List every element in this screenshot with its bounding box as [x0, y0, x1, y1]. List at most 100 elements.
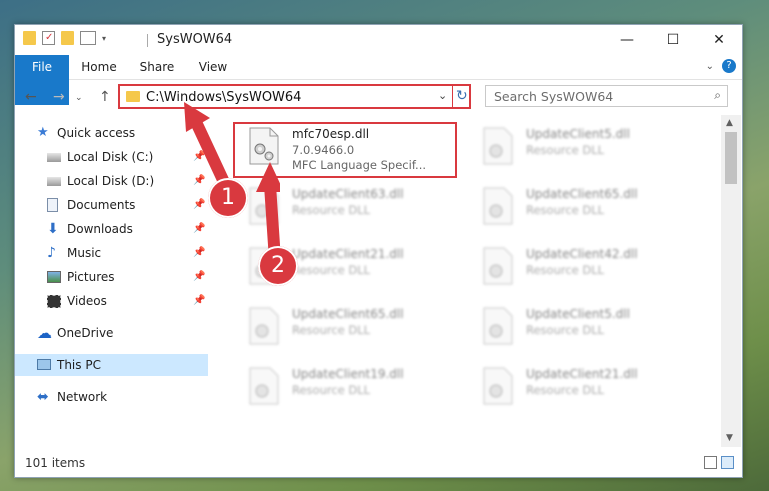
large-icons-view-icon[interactable]: [721, 456, 734, 469]
forward-arrow-icon[interactable]: →: [53, 89, 65, 105]
sidebar-item-label: OneDrive: [57, 326, 114, 340]
item-count: 101 items: [25, 456, 86, 470]
new-folder-icon[interactable]: [61, 31, 74, 45]
folder-icon: [126, 91, 140, 102]
scroll-down-icon[interactable]: ▼: [726, 433, 733, 443]
file-description: Resource DLL: [292, 263, 371, 277]
navigation-bar: ← → ⌄ ↑ C:\Windows\SysWOW64 ⌄ ↻ Search S…: [15, 80, 742, 114]
dll-file-icon: [483, 307, 513, 345]
file-description: Resource DLL: [292, 203, 371, 217]
status-bar: 101 items: [15, 449, 742, 477]
scroll-up-icon[interactable]: ▲: [726, 118, 733, 128]
ribbon: File Home Share View ⌄ ?: [15, 55, 742, 105]
help-icon[interactable]: ?: [722, 59, 736, 73]
sidebar-item-label: Local Disk (D:): [67, 174, 155, 188]
file-item[interactable]: UpdateClient5.dll Resource DLL: [470, 121, 690, 171]
file-item[interactable]: UpdateClient5.dll Resource DLL: [470, 301, 690, 351]
title-bar: ✓ ▾ SysWOW64 — ☐ ✕: [15, 25, 742, 55]
file-name: UpdateClient65.dll: [292, 307, 404, 321]
file-description: Resource DLL: [526, 263, 605, 277]
file-description: Resource DLL: [526, 203, 605, 217]
file-description: Resource DLL: [292, 323, 371, 337]
customize-toolbar-icon[interactable]: [80, 31, 96, 45]
network-icon: ⬌: [37, 389, 49, 405]
vertical-scrollbar[interactable]: ▲ ▼: [721, 115, 741, 447]
minimize-button[interactable]: —: [604, 25, 650, 55]
star-icon: ★: [37, 125, 49, 140]
tab-home[interactable]: Home: [77, 55, 121, 79]
sidebar-item-label: Videos: [67, 294, 107, 308]
properties-icon[interactable]: ✓: [42, 31, 55, 45]
file-description: Resource DLL: [526, 143, 605, 157]
view-toggle: [704, 456, 734, 469]
explorer-window: ✓ ▾ SysWOW64 — ☐ ✕ File Home Share View …: [14, 24, 743, 478]
sidebar-item-label: Music: [67, 246, 102, 260]
back-arrow-icon[interactable]: ←: [25, 89, 37, 105]
dll-file-icon: [483, 187, 513, 225]
file-item[interactable]: UpdateClient65.dll Resource DLL: [470, 181, 690, 231]
file-name: UpdateClient42.dll: [526, 247, 638, 261]
sidebar-item-this-pc[interactable]: This PC: [15, 354, 208, 376]
search-input[interactable]: Search SysWOW64: [494, 89, 613, 104]
quick-access-toolbar: ✓ ▾: [23, 31, 106, 45]
recent-locations-chevron-icon[interactable]: ⌄: [75, 93, 83, 103]
dll-file-icon: [249, 307, 279, 345]
dll-file-icon: [483, 367, 513, 405]
sidebar-item-label: Quick access: [57, 126, 136, 140]
file-name: UpdateClient21.dll: [526, 367, 638, 381]
search-box[interactable]: Search SysWOW64 ⌕: [485, 85, 728, 107]
dll-file-icon: [483, 247, 513, 285]
dll-file-icon: [483, 127, 513, 165]
file-name: UpdateClient63.dll: [292, 187, 404, 201]
drive-icon: [47, 177, 61, 186]
sidebar-item-label: Downloads: [67, 222, 133, 236]
ribbon-right-controls: ⌄ ?: [706, 59, 736, 73]
sidebar-item-network[interactable]: ⬌ Network: [15, 386, 208, 408]
details-view-icon[interactable]: [704, 456, 717, 469]
sidebar-item-label: Documents: [67, 198, 136, 212]
scrollbar-thumb[interactable]: [725, 132, 737, 184]
up-arrow-icon[interactable]: ↑: [99, 89, 111, 105]
file-description: Resource DLL: [292, 383, 371, 397]
file-item[interactable]: UpdateClient42.dll Resource DLL: [470, 241, 690, 291]
videos-icon: [47, 295, 61, 308]
address-divider: [452, 86, 453, 107]
search-icon[interactable]: ⌕: [714, 88, 721, 103]
file-name: UpdateClient19.dll: [292, 367, 404, 381]
file-item[interactable]: UpdateClient21.dll Resource DLL: [470, 361, 690, 411]
close-button[interactable]: ✕: [696, 25, 742, 55]
window-title: SysWOW64: [157, 32, 233, 47]
pictures-icon: [47, 271, 61, 283]
documents-icon: [47, 198, 58, 212]
dll-file-icon: [249, 367, 279, 405]
drive-icon: [47, 153, 61, 162]
sidebar-item-onedrive[interactable]: ☁ OneDrive: [15, 322, 208, 344]
expand-ribbon-icon[interactable]: ⌄: [706, 61, 714, 72]
tab-share[interactable]: Share: [135, 55, 179, 79]
file-item[interactable]: UpdateClient19.dll Resource DLL: [236, 361, 456, 411]
maximize-button[interactable]: ☐: [650, 25, 696, 55]
folder-icon[interactable]: [23, 31, 36, 45]
step-1-badge: 1: [208, 178, 248, 218]
file-name: UpdateClient21.dll: [292, 247, 404, 261]
file-name: UpdateClient5.dll: [526, 307, 630, 321]
sidebar-item-label: Network: [57, 390, 108, 404]
sidebar-item-label: This PC: [57, 358, 101, 372]
music-icon: ♪: [47, 245, 56, 261]
file-item[interactable]: UpdateClient65.dll Resource DLL: [236, 301, 456, 351]
sidebar-item-label: Pictures: [67, 270, 115, 284]
download-icon: ⬇: [47, 221, 59, 237]
title-separator: [147, 34, 148, 47]
chevron-down-icon[interactable]: ▾: [102, 34, 106, 43]
computer-icon: [37, 359, 51, 370]
sidebar-item-label: Local Disk (C:): [67, 150, 154, 164]
tab-view[interactable]: View: [191, 55, 235, 79]
step-2-badge: 2: [258, 246, 298, 286]
chevron-down-icon[interactable]: ⌄: [438, 89, 447, 102]
file-description: Resource DLL: [526, 383, 605, 397]
refresh-icon[interactable]: ↻: [456, 88, 468, 104]
cloud-icon: ☁: [37, 324, 52, 342]
file-name: UpdateClient65.dll: [526, 187, 638, 201]
file-description: Resource DLL: [526, 323, 605, 337]
file-name: UpdateClient5.dll: [526, 127, 630, 141]
